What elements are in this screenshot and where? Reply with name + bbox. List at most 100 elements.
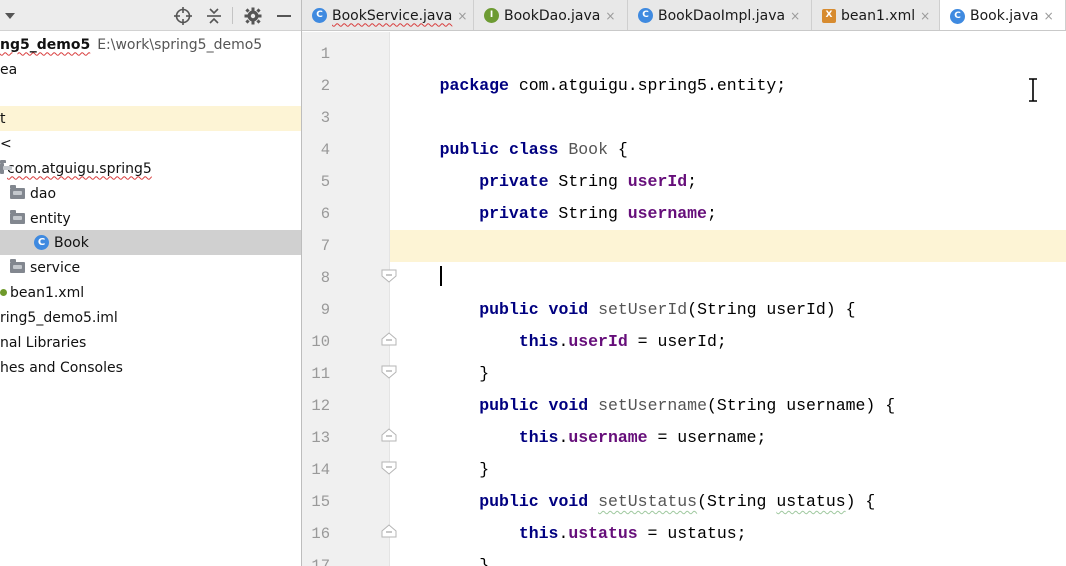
package-icon <box>0 160 12 174</box>
tree-item-label: dao <box>30 185 57 202</box>
tab-book-java[interactable]: C Book.java × <box>940 0 1066 30</box>
code-line-11[interactable]: public void setUsername(String username)… <box>390 358 1066 415</box>
close-icon[interactable]: × <box>605 9 615 23</box>
editor-gutter: 1 2 3 4 5 6 7 8 9 10 11 12 13 14 15 16 1… <box>302 32 397 566</box>
line-number: 17 <box>311 557 330 566</box>
tab-label: BookService.java <box>332 7 453 24</box>
gear-icon[interactable] <box>243 6 263 26</box>
code-line-15[interactable]: this.ustatus = ustatus; <box>390 486 1066 543</box>
tree-item-label: < <box>0 135 12 152</box>
line-number: 2 <box>320 77 330 95</box>
close-icon[interactable]: × <box>1044 9 1054 23</box>
line-number: 5 <box>320 173 330 191</box>
tree-item-module[interactable]: ng5_demo5 E:\work\spring5_demo5 <box>0 32 301 57</box>
line-number: 11 <box>311 365 330 383</box>
code-line-6[interactable]: private String ustatus; <box>390 198 1066 255</box>
class-icon: C <box>34 235 49 250</box>
code-line-12[interactable]: this.username = username; <box>390 390 1066 447</box>
line-number: 13 <box>311 429 330 447</box>
interface-icon: I <box>484 8 499 23</box>
tree-item-package-root[interactable]: com.atguigu.spring5 <box>0 156 301 181</box>
tree-item-label: ea <box>0 61 18 78</box>
tab-bookdao[interactable]: I BookDao.java × <box>474 0 628 30</box>
close-icon[interactable]: × <box>457 9 467 23</box>
tree-item-label: service <box>30 259 81 276</box>
text-cursor-icon <box>1026 78 1040 102</box>
tree-item-idea[interactable]: ea <box>0 57 301 82</box>
xml-file-icon <box>0 289 7 296</box>
tree-item-label: Book <box>54 234 89 251</box>
line-number: 10 <box>311 333 330 351</box>
code-line-8[interactable]: public void setUserId(String userId) { <box>390 262 1066 319</box>
xml-file-icon: X <box>822 8 836 23</box>
target-icon[interactable] <box>173 6 193 26</box>
folder-icon <box>10 259 25 273</box>
line-number: 8 <box>320 269 330 287</box>
tree-item-scratches[interactable]: hes and Consoles <box>0 355 301 380</box>
code-line-13[interactable]: } <box>390 422 1066 479</box>
project-panel: ng5_demo5 E:\work\spring5_demo5 ea t < c… <box>0 0 301 566</box>
dropdown-arrow-icon[interactable] <box>0 6 20 26</box>
line-number: 4 <box>320 141 330 159</box>
line-number: 16 <box>311 525 330 543</box>
close-icon[interactable]: × <box>920 9 930 23</box>
code-line-17[interactable] <box>390 550 1066 566</box>
tree-item-src[interactable]: t <box>0 106 301 131</box>
tree-item-entity[interactable]: entity <box>0 206 301 231</box>
code-line-14[interactable]: public void setUstatus(String ustatus) { <box>390 454 1066 511</box>
code-line-7[interactable] <box>390 230 1066 287</box>
tab-label: Book.java <box>970 8 1039 24</box>
class-icon: C <box>638 8 653 23</box>
editor-tab-bar: C BookService.java × I BookDao.java × C … <box>302 0 1066 31</box>
code-line-4[interactable]: private String userId; <box>390 134 1066 191</box>
tree-item-iml[interactable]: ring5_demo5.iml <box>0 305 301 330</box>
code-line-5[interactable]: private String username; <box>390 166 1066 223</box>
tab-bookdaoimpl[interactable]: C BookDaoImpl.java × <box>628 0 812 30</box>
tree-item-label: ng5_demo5 <box>0 36 91 53</box>
folder-icon <box>10 185 25 199</box>
tab-bean1-xml[interactable]: X bean1.xml × <box>812 0 940 30</box>
toolbar-separator <box>232 7 233 24</box>
tab-label: BookDaoImpl.java <box>658 7 786 24</box>
class-icon: C <box>312 8 327 23</box>
collapse-icon[interactable] <box>204 6 224 26</box>
line-number: 1 <box>320 45 330 63</box>
line-number: 7 <box>320 237 330 255</box>
code-line-16[interactable]: } <box>390 518 1066 566</box>
project-panel-toolbar <box>0 0 301 31</box>
module-path-hint: E:\work\spring5_demo5 <box>97 36 263 53</box>
tree-item-java[interactable]: < <box>0 131 301 156</box>
tree-item-label: hes and Consoles <box>0 359 123 376</box>
code-line-1[interactable]: package com.atguigu.spring5.entity; <box>390 38 1066 95</box>
line-number: 9 <box>320 301 330 319</box>
folder-icon <box>10 210 25 224</box>
line-number: 14 <box>311 461 330 479</box>
line-number: 12 <box>311 397 330 415</box>
minimize-icon[interactable] <box>274 6 294 26</box>
tree-item-external-libraries[interactable]: nal Libraries <box>0 330 301 355</box>
line-number: 15 <box>311 493 330 511</box>
tab-label: bean1.xml <box>841 7 916 24</box>
code-line-10[interactable]: } <box>390 326 1066 383</box>
tree-item-label: bean1.xml <box>10 284 85 301</box>
code-line-3[interactable]: public class Book { <box>390 102 1066 159</box>
code-line-9[interactable]: this.userId = userId; <box>390 294 1066 351</box>
code-editor[interactable]: 1 2 3 4 5 6 7 8 9 10 11 12 13 14 15 16 1… <box>302 32 1066 566</box>
close-icon[interactable]: × <box>790 9 800 23</box>
class-icon: C <box>950 8 965 24</box>
tab-label: BookDao.java <box>504 7 601 24</box>
tree-item-label: ring5_demo5.iml <box>0 309 118 326</box>
code-line-2[interactable] <box>390 70 1066 102</box>
line-number: 3 <box>320 109 330 127</box>
tree-item-blank[interactable] <box>0 82 301 107</box>
tree-item-service[interactable]: service <box>0 255 301 280</box>
tree-item-dao[interactable]: dao <box>0 181 301 206</box>
tree-item-label: nal Libraries <box>0 334 87 351</box>
tree-item-label: com.atguigu.spring5 <box>7 160 152 177</box>
tab-bookservice[interactable]: C BookService.java × <box>302 0 474 30</box>
tree-item-bean1-xml[interactable]: bean1.xml <box>0 280 301 305</box>
line-number: 6 <box>320 205 330 223</box>
tree-item-label: t <box>0 110 6 127</box>
tree-item-book[interactable]: C Book <box>0 230 301 255</box>
tree-item-label: entity <box>30 210 71 227</box>
